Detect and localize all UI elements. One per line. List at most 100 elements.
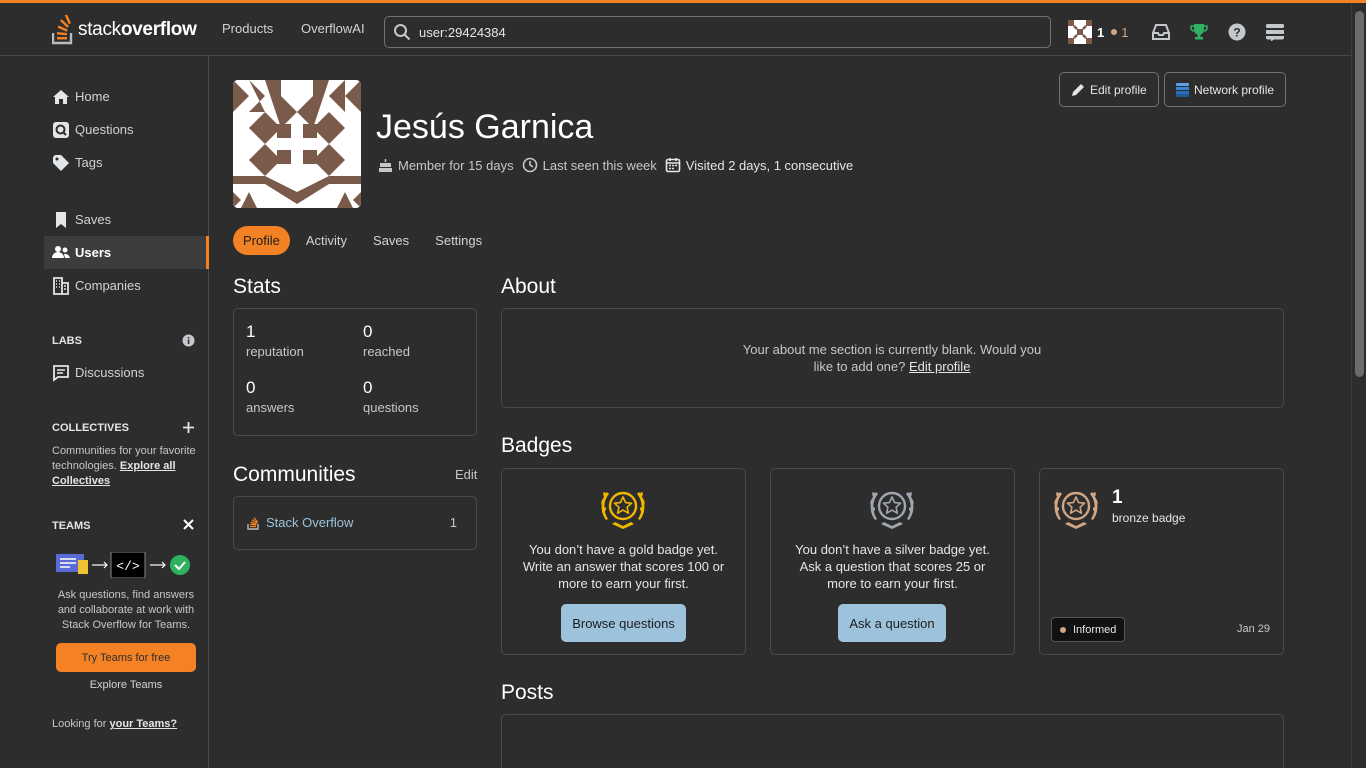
tag-icon (52, 154, 70, 172)
bronze-dot-icon (1111, 29, 1118, 35)
community-item[interactable]: Stack Overflow 1 (247, 515, 457, 530)
profile-tabs: Profile Activity Saves Settings (233, 226, 498, 255)
stats-title: Stats (233, 275, 281, 298)
identicon-small (1068, 20, 1092, 44)
communities-edit-link[interactable]: Edit (455, 467, 477, 482)
sidebar-item-label: Saves (75, 212, 112, 227)
profile-meta: Member for 15 days Last seen this week V… (378, 156, 861, 174)
stackoverflow-logo[interactable]: stackoverflow (52, 13, 197, 47)
calendar-icon (665, 158, 681, 173)
silver-badge-text: You don’t have a silver badge yet. Ask a… (795, 542, 990, 591)
tab-activity[interactable]: Activity (296, 226, 357, 255)
browse-questions-button[interactable]: Browse questions (561, 604, 686, 642)
bronze-badge-label: bronze badge (1112, 511, 1186, 525)
tab-saves[interactable]: Saves (363, 226, 419, 255)
plus-icon[interactable] (182, 421, 195, 437)
explore-teams-link[interactable]: Explore Teams (56, 679, 196, 691)
bronze-badge-total: 1 (1112, 487, 1123, 508)
stat-label: questions (363, 400, 419, 415)
tab-settings[interactable]: Settings (425, 226, 492, 255)
home-icon (52, 88, 70, 106)
visited[interactable]: Visited 2 days, 1 consecutive (665, 157, 853, 173)
sidebar-item-tags[interactable]: Tags (44, 146, 209, 179)
stackoverflow-logo-icon (52, 15, 73, 45)
search-icon (394, 24, 411, 41)
site-switcher-button[interactable] (1256, 16, 1294, 48)
search-input[interactable] (419, 24, 1019, 40)
questions-icon (52, 121, 70, 139)
achievements-button[interactable] (1180, 16, 1218, 48)
building-icon (52, 276, 70, 295)
last-seen: Last seen this week (522, 157, 657, 173)
stat-value: 0 (363, 322, 373, 341)
edit-profile-button[interactable]: Edit profile (1059, 72, 1159, 107)
about-text: Your about me section is currently blank… (742, 342, 1042, 374)
page-scrollbar[interactable] (1351, 3, 1366, 768)
stat-answers: 0 answers (246, 378, 294, 415)
badge-name: Informed (1073, 623, 1117, 636)
bookmark-icon (52, 211, 70, 229)
network-profile-label: Network profile (1194, 82, 1275, 97)
stat-label: reputation (246, 344, 304, 359)
sidebar-item-label: Tags (75, 155, 103, 170)
communities-title: Communities (233, 463, 356, 486)
sidebar-item-label: Discussions (75, 365, 145, 380)
bronze-medal-icon (1054, 491, 1098, 529)
profile-avatar (233, 80, 361, 208)
sidebar-item-home[interactable]: Home (44, 80, 209, 113)
user-avatar[interactable] (1068, 20, 1092, 44)
network-profile-button[interactable]: Network profile (1164, 72, 1287, 107)
ask-question-button[interactable]: Ask a question (838, 604, 946, 642)
stat-value: 0 (363, 378, 373, 397)
bronze-badge-count: 1 (1121, 24, 1129, 40)
member-for-text: Member for 15 days (398, 157, 514, 173)
community-reputation: 1 (449, 515, 457, 530)
tab-profile[interactable]: Profile (233, 226, 290, 255)
badges-title: Badges (501, 434, 573, 457)
inbox-button[interactable] (1142, 16, 1180, 48)
products-link[interactable]: Products (222, 21, 273, 36)
svg-text:?: ? (1234, 26, 1241, 40)
overflowai-link[interactable]: OverflowAI (301, 21, 365, 36)
stat-reputation: 1 reputation (246, 322, 304, 359)
stack-exchange-icon (1266, 24, 1285, 41)
svg-text:</>: </> (116, 559, 140, 574)
collectives-title: COLLECTIVES (52, 422, 130, 434)
search-box[interactable] (384, 16, 1051, 48)
logo-text-bold: overflow (120, 19, 197, 40)
stat-label: reached (363, 344, 410, 359)
your-teams-link[interactable]: your Teams? (110, 718, 178, 730)
about-blank-message: Your about me section is currently blank… (502, 341, 1282, 375)
help-button[interactable]: ? (1218, 16, 1256, 48)
about-edit-profile-link[interactable]: Edit profile (909, 359, 970, 374)
sidebar-item-label: Questions (75, 122, 134, 137)
stat-questions: 0 questions (363, 378, 419, 415)
scrollbar-thumb[interactable] (1355, 11, 1364, 377)
trophy-icon (1190, 24, 1209, 40)
silver-medal-icon (870, 491, 914, 529)
community-name[interactable]: Stack Overflow (266, 515, 353, 530)
teams-text: Ask questions, find answers and collabor… (57, 589, 195, 631)
reputation-count: 1 (1097, 24, 1105, 40)
help-icon: ? (1228, 23, 1246, 41)
sidebar-item-discussions[interactable]: Discussions (44, 356, 209, 389)
sidebar-item-label: Companies (75, 278, 141, 293)
try-teams-button[interactable]: Try Teams for free (56, 643, 196, 672)
teams-illustration: </> (56, 552, 190, 578)
posts-card (501, 714, 1284, 768)
sidebar-item-users[interactable]: Users (44, 236, 209, 269)
clock-icon (522, 157, 537, 173)
visited-text: Visited 2 days, 1 consecutive (685, 157, 854, 173)
inbox-icon (1152, 24, 1171, 40)
sidebar-item-saves[interactable]: Saves (44, 203, 209, 236)
sidebar-item-questions[interactable]: Questions (44, 113, 209, 146)
stack-exchange-icon (1176, 82, 1189, 97)
info-icon[interactable] (182, 334, 195, 350)
member-for: Member for 15 days (378, 158, 514, 173)
posts-title: Posts (501, 681, 554, 704)
users-icon (52, 244, 70, 262)
close-icon[interactable] (182, 518, 195, 534)
sidebar-item-companies[interactable]: Companies (44, 269, 209, 302)
edit-profile-label: Edit profile (1090, 82, 1147, 97)
informed-badge[interactable]: Informed (1051, 617, 1126, 642)
